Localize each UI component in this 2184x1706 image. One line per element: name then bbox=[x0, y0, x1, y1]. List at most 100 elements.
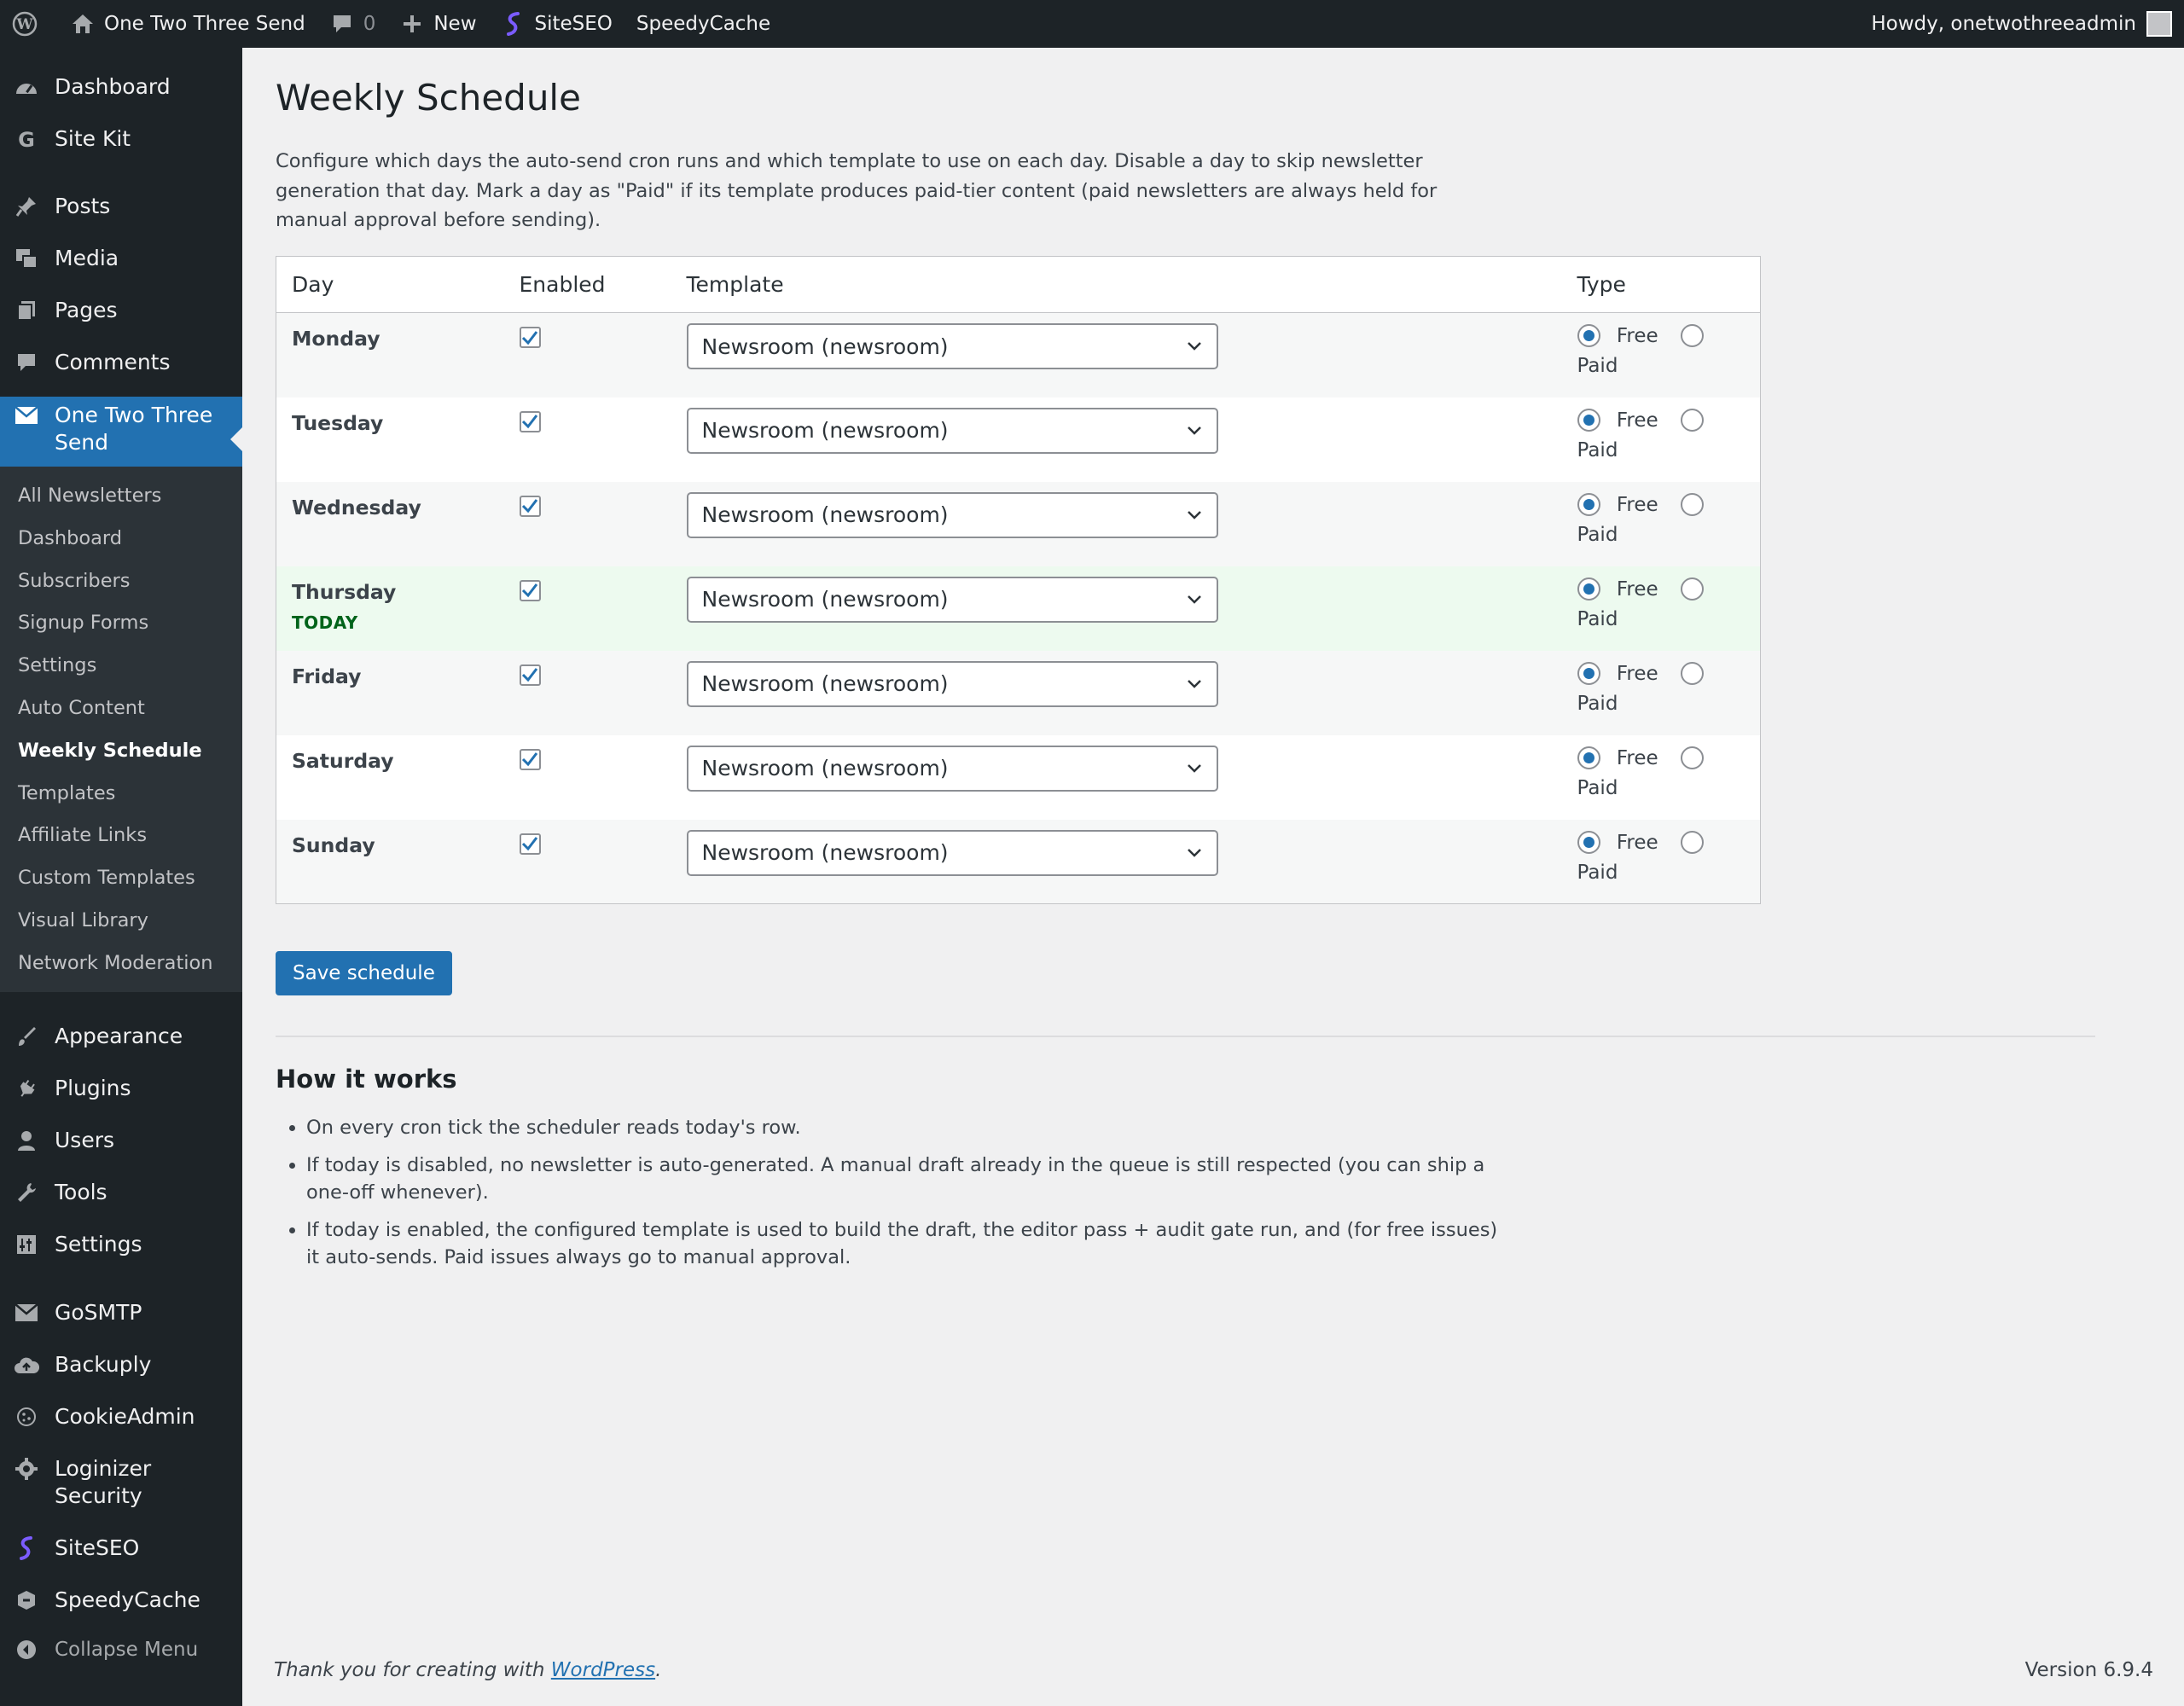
template-select[interactable]: Newsroom (newsroom) bbox=[686, 576, 1218, 623]
menu-cookieadmin[interactable]: CookieAdmin bbox=[0, 1403, 242, 1430]
free-radio[interactable] bbox=[1577, 746, 1600, 769]
type-cell: Free Paid bbox=[1562, 820, 1761, 904]
table-row: Monday Newsroom (newsroom) Free Paid bbox=[276, 312, 1761, 397]
menu-gosmtp[interactable]: GoSMTP bbox=[0, 1299, 242, 1326]
submenu-item[interactable]: Settings bbox=[0, 645, 242, 688]
day-cell: Sunday bbox=[276, 820, 504, 904]
list-item: If today is enabled, the configured temp… bbox=[306, 1216, 1501, 1271]
free-radio[interactable] bbox=[1577, 324, 1600, 347]
free-radio[interactable] bbox=[1577, 830, 1600, 854]
menu-dashboard[interactable]: Dashboard bbox=[0, 73, 242, 101]
type-cell: Free Paid bbox=[1562, 313, 1761, 397]
new-content-link[interactable]: New bbox=[387, 0, 488, 48]
menu-pages[interactable]: Pages bbox=[0, 297, 242, 324]
submenu-item[interactable]: Auto Content bbox=[0, 688, 242, 730]
speedycache-icon bbox=[12, 1587, 41, 1614]
list-item: On every cron tick the scheduler reads t… bbox=[306, 1114, 1501, 1141]
paid-label: Paid bbox=[1577, 438, 1618, 461]
free-label: Free bbox=[1616, 325, 1658, 347]
site-name-link[interactable]: One Two Three Send bbox=[58, 0, 317, 48]
paid-radio[interactable] bbox=[1680, 577, 1704, 601]
paid-radio[interactable] bbox=[1680, 408, 1704, 432]
save-schedule-button[interactable]: Save schedule bbox=[276, 951, 452, 995]
siteseo-link[interactable]: SiteSEO bbox=[489, 0, 624, 48]
template-select-value: Newsroom (newsroom) bbox=[701, 840, 949, 865]
enabled-checkbox[interactable] bbox=[519, 579, 541, 601]
menu-site-kit[interactable]: G Site Kit bbox=[0, 125, 242, 153]
collapse-menu-button[interactable]: Collapse Menu bbox=[0, 1636, 242, 1663]
how-it-works-heading: How it works bbox=[276, 1065, 457, 1094]
admin-bar: W One Two Three Send 0 New SiteSEO Speed… bbox=[0, 0, 2184, 48]
free-radio[interactable] bbox=[1577, 661, 1600, 685]
check-icon bbox=[521, 583, 538, 598]
check-icon bbox=[521, 752, 538, 767]
template-select[interactable]: Newsroom (newsroom) bbox=[686, 829, 1218, 876]
paid-label: Paid bbox=[1577, 692, 1618, 715]
submenu-item[interactable]: Affiliate Links bbox=[0, 815, 242, 857]
menu-tools[interactable]: Tools bbox=[0, 1179, 242, 1206]
submenu-item[interactable]: Dashboard bbox=[0, 518, 242, 560]
menu-media[interactable]: Media bbox=[0, 245, 242, 272]
chevron-down-icon bbox=[1187, 342, 1201, 351]
free-radio[interactable] bbox=[1577, 577, 1600, 601]
table-row: Thursday TODAY Newsroom (newsroom) Free Pai… bbox=[276, 566, 1761, 651]
page-title: Weekly Schedule bbox=[276, 77, 581, 119]
menu-appearance[interactable]: Appearance bbox=[0, 1023, 242, 1050]
free-radio[interactable] bbox=[1577, 408, 1600, 432]
enabled-cell bbox=[504, 397, 671, 482]
template-select[interactable]: Newsroom (newsroom) bbox=[686, 660, 1218, 707]
submenu-item-current[interactable]: Weekly Schedule bbox=[0, 730, 242, 773]
type-cell: Free Paid bbox=[1562, 735, 1761, 820]
template-cell: Newsroom (newsroom) bbox=[671, 651, 1562, 735]
menu-users[interactable]: Users bbox=[0, 1127, 242, 1154]
wordpress-logo-button[interactable]: W bbox=[0, 0, 58, 48]
paid-label: Paid bbox=[1577, 523, 1618, 546]
paid-radio[interactable] bbox=[1680, 661, 1704, 685]
plugin-icon bbox=[12, 1075, 41, 1102]
speedycache-link[interactable]: SpeedyCache bbox=[624, 0, 782, 48]
template-select[interactable]: Newsroom (newsroom) bbox=[686, 745, 1218, 792]
wordpress-link[interactable]: WordPress bbox=[551, 1659, 655, 1681]
template-cell: Newsroom (newsroom) bbox=[671, 735, 1562, 820]
menu-settings[interactable]: Settings bbox=[0, 1231, 242, 1258]
submenu-item[interactable]: Signup Forms bbox=[0, 602, 242, 645]
paid-radio[interactable] bbox=[1680, 830, 1704, 854]
home-icon bbox=[70, 11, 96, 37]
submenu-item[interactable]: Custom Templates bbox=[0, 857, 242, 900]
menu-one-two-three-send[interactable]: One Two Three Send bbox=[0, 397, 242, 467]
submenu-item[interactable]: Templates bbox=[0, 773, 242, 815]
template-select[interactable]: Newsroom (newsroom) bbox=[686, 407, 1218, 454]
menu-speedycache[interactable]: SpeedyCache bbox=[0, 1587, 242, 1614]
submenu-item[interactable]: All Newsletters bbox=[0, 475, 242, 518]
enabled-checkbox[interactable] bbox=[519, 664, 541, 686]
submenu-item[interactable]: Network Moderation bbox=[0, 943, 242, 985]
menu-siteseo[interactable]: SiteSEO bbox=[0, 1535, 242, 1562]
template-select[interactable]: Newsroom (newsroom) bbox=[686, 323, 1218, 369]
free-label: Free bbox=[1616, 746, 1658, 769]
submenu-item[interactable]: Visual Library bbox=[0, 900, 242, 943]
today-badge: TODAY bbox=[292, 612, 358, 633]
my-account[interactable]: Howdy, onetwothreeadmin bbox=[1871, 0, 2172, 48]
enabled-checkbox[interactable] bbox=[519, 495, 541, 517]
comments-link[interactable]: 0 bbox=[317, 0, 388, 48]
menu-plugins[interactable]: Plugins bbox=[0, 1075, 242, 1102]
menu-loginizer-security[interactable]: Loginizer Security bbox=[0, 1455, 242, 1510]
chevron-down-icon bbox=[1187, 595, 1201, 604]
paid-radio[interactable] bbox=[1680, 746, 1704, 769]
enabled-checkbox[interactable] bbox=[519, 833, 541, 855]
submenu-item[interactable]: Subscribers bbox=[0, 560, 242, 603]
enabled-checkbox[interactable] bbox=[519, 410, 541, 432]
paid-radio[interactable] bbox=[1680, 324, 1704, 347]
paid-radio[interactable] bbox=[1680, 492, 1704, 516]
enabled-checkbox[interactable] bbox=[519, 748, 541, 770]
menu-backuply[interactable]: Backuply bbox=[0, 1351, 242, 1378]
chevron-down-icon bbox=[1187, 763, 1201, 773]
template-select[interactable]: Newsroom (newsroom) bbox=[686, 491, 1218, 538]
menu-posts[interactable]: Posts bbox=[0, 193, 242, 220]
free-radio[interactable] bbox=[1577, 492, 1600, 516]
column-header-day: Day bbox=[276, 256, 504, 313]
enabled-checkbox[interactable] bbox=[519, 327, 541, 348]
enabled-cell bbox=[504, 651, 671, 735]
footer-version: Version 6.9.4 bbox=[2024, 1659, 2153, 1681]
menu-comments[interactable]: Comments bbox=[0, 349, 242, 376]
